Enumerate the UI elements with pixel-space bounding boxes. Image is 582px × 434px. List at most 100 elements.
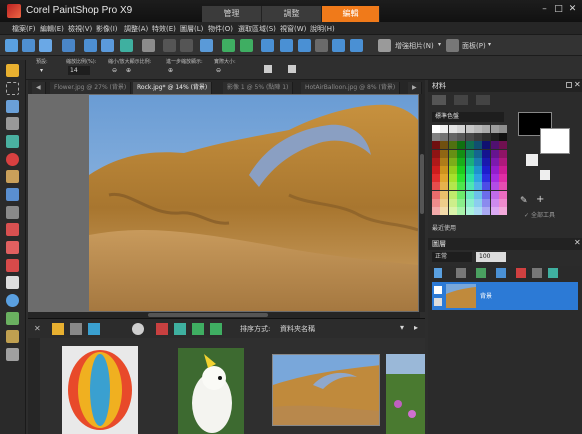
menu-effects[interactable]: 特效(E) bbox=[152, 24, 176, 34]
color-swatch[interactable] bbox=[482, 157, 491, 166]
upload-icon[interactable] bbox=[156, 323, 168, 335]
minimize-button[interactable]: – bbox=[538, 3, 551, 15]
color-swatch[interactable] bbox=[499, 182, 508, 191]
thumbnail-flower[interactable] bbox=[386, 354, 425, 434]
color-swatch[interactable] bbox=[448, 149, 457, 158]
color-swatch[interactable] bbox=[457, 207, 466, 215]
menu-adjust[interactable]: 調整(A) bbox=[124, 24, 148, 34]
color-swatch[interactable] bbox=[465, 141, 474, 150]
color-swatch[interactable] bbox=[448, 190, 457, 199]
layer-tool-icon[interactable] bbox=[516, 268, 526, 278]
frame-tab-icon[interactable] bbox=[432, 95, 446, 105]
save-icon[interactable] bbox=[84, 39, 97, 52]
person-icon[interactable] bbox=[132, 323, 144, 335]
undo-icon[interactable] bbox=[163, 39, 176, 52]
print-icon[interactable] bbox=[142, 39, 155, 52]
color-swatch[interactable] bbox=[474, 141, 482, 150]
color-swatch[interactable] bbox=[490, 198, 499, 207]
layer-tool-icon[interactable] bbox=[548, 268, 558, 278]
color-swatch[interactable] bbox=[465, 207, 474, 215]
color-swatch[interactable] bbox=[499, 198, 508, 207]
color-swatch[interactable] bbox=[499, 190, 508, 199]
actual-size-icon[interactable]: ⊖ bbox=[216, 66, 221, 75]
color-swatch[interactable] bbox=[482, 133, 491, 142]
panel-menu[interactable]: 面板(P) bbox=[462, 41, 486, 51]
color-swatch[interactable] bbox=[490, 133, 499, 142]
layer-tool-icon[interactable] bbox=[532, 268, 542, 278]
color-swatch[interactable] bbox=[465, 125, 474, 133]
lock-icon[interactable] bbox=[434, 298, 442, 306]
color-swatch[interactable] bbox=[432, 157, 440, 166]
color-swatch[interactable] bbox=[457, 133, 466, 142]
eyedropper-icon[interactable]: ✎ bbox=[520, 196, 528, 206]
red-eye-tool-icon[interactable] bbox=[6, 153, 19, 166]
color-swatch[interactable] bbox=[490, 141, 499, 150]
color-swatch[interactable] bbox=[440, 125, 449, 133]
color-swatch[interactable] bbox=[440, 198, 449, 207]
menu-file[interactable]: 檔案(F) bbox=[12, 24, 36, 34]
makeover-tool-icon[interactable] bbox=[6, 170, 19, 183]
color-swatch[interactable] bbox=[499, 133, 508, 142]
zoom-input[interactable]: 14 bbox=[68, 66, 90, 75]
fit-icon[interactable] bbox=[264, 65, 272, 73]
doc-tab-flower[interactable]: Flower.jpg @ 27% (背景) bbox=[50, 82, 132, 94]
layer-tool-icon[interactable] bbox=[476, 268, 486, 278]
tab-scroll-left-icon[interactable]: ◀ bbox=[32, 82, 46, 94]
thumbnail-view-icon[interactable] bbox=[52, 323, 64, 335]
color-swatch[interactable] bbox=[474, 182, 482, 191]
background-color-icon[interactable] bbox=[540, 128, 570, 154]
color-swatch[interactable] bbox=[465, 166, 474, 174]
color-swatch[interactable] bbox=[482, 198, 491, 207]
menu-edit[interactable]: 編輯(E) bbox=[40, 24, 64, 34]
color-swatch[interactable] bbox=[465, 133, 474, 142]
fit-window-icon[interactable] bbox=[280, 39, 293, 52]
color-swatch[interactable] bbox=[482, 190, 491, 199]
doc-tab-image1[interactable]: 影像 1 @ 5% (點陣 1) bbox=[223, 82, 294, 94]
color-swatch[interactable] bbox=[474, 133, 482, 142]
opacity-input[interactable]: 100 bbox=[476, 252, 506, 262]
color-swatch[interactable] bbox=[432, 166, 440, 174]
menu-window[interactable]: 視窗(W) bbox=[280, 24, 306, 34]
color-swatch[interactable] bbox=[490, 190, 499, 199]
pick-tool-icon[interactable] bbox=[6, 100, 19, 113]
full-screen-icon[interactable] bbox=[298, 39, 311, 52]
rotate-right-icon[interactable] bbox=[240, 39, 253, 52]
menu-help[interactable]: 說明(H) bbox=[310, 24, 335, 34]
color-swatch[interactable] bbox=[499, 166, 508, 174]
color-swatch[interactable] bbox=[432, 190, 440, 199]
zoom-out-icon[interactable]: ⊖ bbox=[112, 66, 117, 75]
tab-manage[interactable]: 管理 bbox=[202, 6, 262, 22]
color-swatch[interactable] bbox=[490, 182, 499, 191]
color-swatch[interactable] bbox=[440, 133, 449, 142]
layer-row-background[interactable]: 背景 bbox=[432, 282, 578, 310]
color-swatch[interactable] bbox=[440, 141, 449, 150]
color-swatch[interactable] bbox=[440, 182, 449, 191]
color-swatch[interactable] bbox=[457, 174, 466, 183]
actual-size-icon[interactable] bbox=[350, 39, 363, 52]
color-swatch[interactable] bbox=[474, 198, 482, 207]
open-icon[interactable] bbox=[39, 39, 52, 52]
canvas-vertical-scrollbar[interactable] bbox=[419, 94, 425, 312]
color-swatch[interactable] bbox=[465, 149, 474, 158]
palettes-icon[interactable] bbox=[446, 39, 459, 52]
color-swatch[interactable] bbox=[499, 125, 508, 133]
color-swatch[interactable] bbox=[432, 207, 440, 215]
rotate-right-icon[interactable] bbox=[210, 323, 222, 335]
color-swatch[interactable] bbox=[482, 125, 491, 133]
pan-tool-icon[interactable] bbox=[6, 64, 19, 77]
color-swatch[interactable] bbox=[465, 174, 474, 183]
dodge-tool-icon[interactable] bbox=[6, 241, 19, 254]
color-swatch[interactable] bbox=[499, 149, 508, 158]
pen-tool-icon[interactable] bbox=[6, 312, 19, 325]
color-swatch[interactable] bbox=[440, 207, 449, 215]
color-swatch[interactable] bbox=[448, 174, 457, 183]
menu-image[interactable]: 影像(I) bbox=[96, 24, 118, 34]
layer-tool-icon[interactable] bbox=[496, 268, 506, 278]
blend-mode-dropdown[interactable]: 正常 bbox=[432, 252, 472, 262]
save-as-icon[interactable] bbox=[101, 39, 114, 52]
color-swatch[interactable] bbox=[482, 166, 491, 174]
fill-tool-icon[interactable] bbox=[6, 259, 19, 272]
panel-maximize-icon[interactable] bbox=[566, 82, 572, 88]
color-swatch[interactable] bbox=[490, 174, 499, 183]
color-swatch[interactable] bbox=[448, 182, 457, 191]
